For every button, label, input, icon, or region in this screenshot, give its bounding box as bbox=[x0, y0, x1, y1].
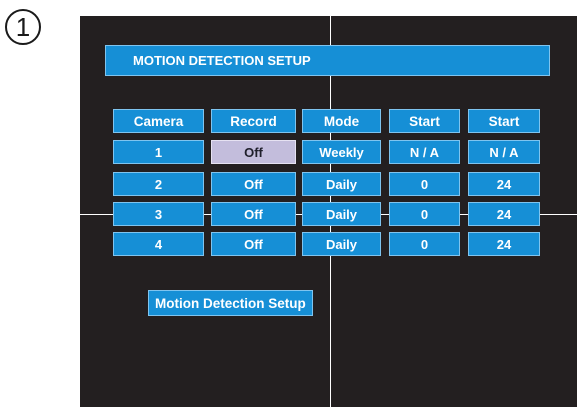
menu-title-bar: MOTION DETECTION SETUP bbox=[105, 45, 550, 76]
start-hour-cell[interactable]: N / A bbox=[389, 140, 460, 164]
record-toggle-cell[interactable]: Off bbox=[211, 172, 296, 196]
end-hour-cell[interactable]: 24 bbox=[468, 172, 540, 196]
dvr-screen: MOTION DETECTION SETUP Camera Record Mod… bbox=[80, 16, 577, 407]
camera-number-cell: 1 bbox=[113, 140, 204, 164]
header-record: Record bbox=[211, 109, 296, 133]
start-hour-cell[interactable]: 0 bbox=[389, 232, 460, 256]
camera-number-cell: 2 bbox=[113, 172, 204, 196]
camera-number-cell: 3 bbox=[113, 202, 204, 226]
record-toggle-cell[interactable]: Off bbox=[211, 202, 296, 226]
header-camera: Camera bbox=[113, 109, 204, 133]
mode-select-cell[interactable]: Daily bbox=[302, 172, 381, 196]
mode-select-cell[interactable]: Daily bbox=[302, 232, 381, 256]
camera-number-cell: 4 bbox=[113, 232, 204, 256]
start-hour-cell[interactable]: 0 bbox=[389, 172, 460, 196]
step-number-badge: 1 bbox=[5, 9, 41, 45]
status-caption: Motion Detection Setup bbox=[148, 290, 313, 316]
record-toggle-cell-selected[interactable]: Off bbox=[211, 140, 296, 164]
mode-select-cell[interactable]: Daily bbox=[302, 202, 381, 226]
end-hour-cell[interactable]: 24 bbox=[468, 232, 540, 256]
end-hour-cell[interactable]: 24 bbox=[468, 202, 540, 226]
header-end-hour: Start bbox=[468, 109, 540, 133]
start-hour-cell[interactable]: 0 bbox=[389, 202, 460, 226]
header-start-hour: Start bbox=[389, 109, 460, 133]
mode-select-cell[interactable]: Weekly bbox=[302, 140, 381, 164]
header-mode: Mode bbox=[302, 109, 381, 133]
record-toggle-cell[interactable]: Off bbox=[211, 232, 296, 256]
end-hour-cell[interactable]: N / A bbox=[468, 140, 540, 164]
